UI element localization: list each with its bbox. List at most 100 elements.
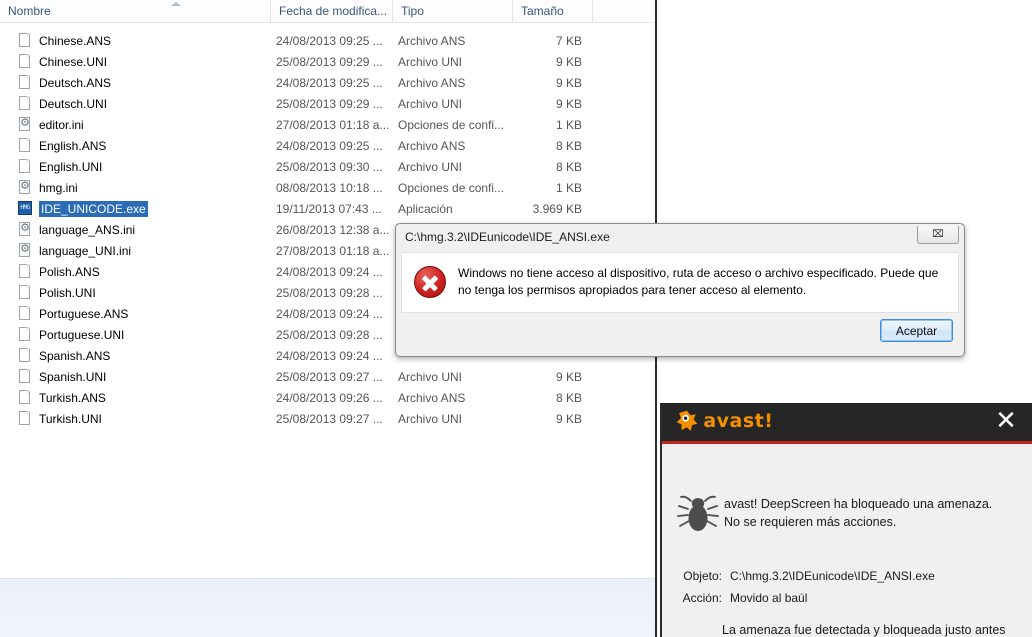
file-name-label: English.UNI [39, 160, 103, 174]
table-row[interactable]: English.ANS 24/08/2013 09:25 ... Archivo A… [0, 136, 655, 157]
file-name-label: language_UNI.ini [39, 244, 132, 258]
file-size-cell: 1 KB [555, 118, 582, 132]
file-size-cell: 8 KB [555, 139, 582, 153]
file-date-cell: 24/08/2013 09:25 ... [276, 34, 383, 48]
file-name-cell[interactable]: Spanish.UNI [18, 367, 106, 388]
file-type-cell: Aplicación [398, 202, 453, 216]
file-name-cell[interactable]: Polish.UNI [18, 283, 96, 304]
close-icon[interactable]: ✕ [994, 408, 1018, 434]
column-header-name[interactable]: Nombre [0, 0, 270, 22]
dialog-message: Windows no tiene acceso al dispositivo, … [458, 266, 939, 297]
file-name-cell[interactable]: IDE_UNICODE.exe [18, 199, 148, 220]
file-type-cell: Archivo UNI [398, 97, 463, 111]
file-date-cell: 25/08/2013 09:29 ... [276, 55, 383, 69]
column-header-spacer [592, 0, 655, 22]
dialog-body: Windows no tiene acceso al dispositivo, … [401, 252, 959, 313]
file-icon [18, 410, 32, 426]
file-icon [18, 368, 32, 384]
file-type-cell: Archivo ANS [398, 391, 466, 405]
file-name-cell[interactable]: Deutsch.UNI [18, 94, 107, 115]
file-name-label: Chinese.ANS [39, 34, 112, 48]
file-icon [18, 263, 32, 279]
avast-body: avast! DeepScreen ha bloqueado una amena… [662, 444, 1032, 637]
file-name-label: Portuguese.UNI [39, 328, 125, 342]
file-type-cell: Archivo ANS [398, 139, 466, 153]
table-row[interactable]: Deutsch.ANS 24/08/2013 09:25 ... Archivo A… [0, 73, 655, 94]
file-size-cell: 8 KB [555, 160, 582, 174]
table-row[interactable]: Turkish.UNI 25/08/2013 09:27 ... Archivo U… [0, 409, 655, 430]
file-name-cell[interactable]: language_UNI.ini [18, 241, 131, 262]
close-icon[interactable]: ⌧ [917, 226, 959, 244]
file-name-cell[interactable]: Portuguese.ANS [18, 304, 128, 325]
file-name-cell[interactable]: Turkish.ANS [18, 388, 106, 409]
accept-button[interactable]: Aceptar [880, 319, 953, 342]
file-date-cell: 19/11/2013 07:43 ... [276, 202, 382, 216]
table-row[interactable]: English.UNI 25/08/2013 09:30 ... Archivo U… [0, 157, 655, 178]
file-type-cell: Archivo ANS [398, 76, 466, 90]
file-name-cell[interactable]: hmg.ini [18, 178, 78, 199]
file-name-label: Chinese.UNI [39, 55, 108, 69]
file-icon [18, 95, 32, 111]
file-name-cell[interactable]: Portuguese.UNI [18, 325, 124, 346]
file-name-cell[interactable]: language_ANS.ini [18, 220, 135, 241]
table-row[interactable]: Turkish.ANS 24/08/2013 09:26 ... Archivo A… [0, 388, 655, 409]
file-name-cell[interactable]: Deutsch.ANS [18, 73, 111, 94]
file-size-cell: 7 KB [555, 34, 582, 48]
table-row[interactable]: editor.ini 27/08/2013 01:18 a... Opciones … [0, 115, 655, 136]
bug-icon [674, 492, 722, 536]
file-date-cell: 24/08/2013 09:25 ... [276, 139, 383, 153]
file-name-cell[interactable]: Chinese.ANS [18, 31, 111, 52]
file-type-cell: Opciones de confi... [398, 118, 505, 132]
file-name-cell[interactable]: Chinese.UNI [18, 52, 107, 73]
avast-header: avast! ✕ [662, 403, 1032, 441]
column-header-size[interactable]: Tamaño [512, 0, 592, 22]
file-name-label: language_ANS.ini [39, 223, 136, 237]
config-file-icon [18, 115, 32, 132]
file-name-cell[interactable]: English.ANS [18, 136, 106, 157]
avast-field-accion-label: Acción: [682, 591, 722, 605]
file-name-label: IDE_UNICODE.exe [39, 201, 148, 217]
column-header-date-modified[interactable]: Fecha de modifica... [270, 0, 392, 22]
file-name-label: Portuguese.ANS [39, 307, 129, 321]
column-header-type[interactable]: Tipo [392, 0, 512, 22]
file-date-cell: 24/08/2013 09:24 ... [276, 307, 383, 321]
file-date-cell: 26/08/2013 12:38 a... [276, 223, 390, 237]
avast-field-accion: Acción: Movido al baúl [668, 591, 808, 605]
file-type-cell: Archivo ANS [398, 34, 466, 48]
table-row[interactable]: hmg.ini 08/08/2013 10:18 ... Opciones de c… [0, 178, 655, 199]
file-icon [18, 347, 32, 363]
column-header-row[interactable]: Nombre Fecha de modifica... Tipo Tamaño [0, 0, 655, 23]
file-size-cell: 9 KB [555, 55, 582, 69]
file-date-cell: 25/08/2013 09:29 ... [276, 97, 383, 111]
file-name-cell[interactable]: editor.ini [18, 115, 84, 136]
file-date-cell: 24/08/2013 09:24 ... [276, 265, 383, 279]
file-name-label: Turkish.ANS [39, 391, 106, 405]
table-row[interactable]: Chinese.ANS 24/08/2013 09:25 ... Archivo A… [0, 31, 655, 52]
file-type-cell: Opciones de confi... [398, 181, 505, 195]
file-date-cell: 24/08/2013 09:25 ... [276, 76, 383, 90]
config-file-icon [18, 241, 32, 258]
avast-logo: avast! [676, 410, 773, 434]
avast-notification[interactable]: avast! ✕ avast! DeepScreen ha bloqueado … [660, 403, 1032, 637]
table-row[interactable]: Deutsch.UNI 25/08/2013 09:29 ... Archivo U… [0, 94, 655, 115]
table-row[interactable]: Chinese.UNI 25/08/2013 09:29 ... Archivo U… [0, 52, 655, 73]
file-name-label: Deutsch.ANS [39, 76, 112, 90]
file-date-cell: 25/08/2013 09:27 ... [276, 412, 383, 426]
file-name-cell[interactable]: Turkish.UNI [18, 409, 102, 430]
avast-field-objeto-value: C:\hmg.3.2\IDEunicode\IDE_ANSI.exe [730, 569, 935, 583]
file-type-cell: Archivo UNI [398, 370, 463, 384]
avast-logo-icon [676, 410, 698, 432]
error-dialog[interactable]: C:\hmg.3.2\IDEunicode\IDE_ANSI.exe ⌧ Win… [395, 223, 965, 357]
file-name-label: hmg.ini [39, 181, 78, 195]
dialog-titlebar[interactable]: C:\hmg.3.2\IDEunicode\IDE_ANSI.exe ⌧ [396, 224, 964, 252]
table-row[interactable]: IDE_UNICODE.exe 19/11/2013 07:43 ... Aplic… [0, 199, 655, 220]
table-row[interactable]: Spanish.UNI 25/08/2013 09:27 ... Archivo U… [0, 367, 655, 388]
file-size-cell: 9 KB [555, 412, 582, 426]
file-icon [18, 32, 32, 48]
file-icon [18, 389, 32, 405]
file-name-cell[interactable]: Polish.ANS [18, 262, 100, 283]
file-date-cell: 25/08/2013 09:28 ... [276, 286, 383, 300]
error-cross-icon [414, 266, 446, 298]
file-name-cell[interactable]: English.UNI [18, 157, 102, 178]
file-name-cell[interactable]: Spanish.ANS [18, 346, 110, 367]
